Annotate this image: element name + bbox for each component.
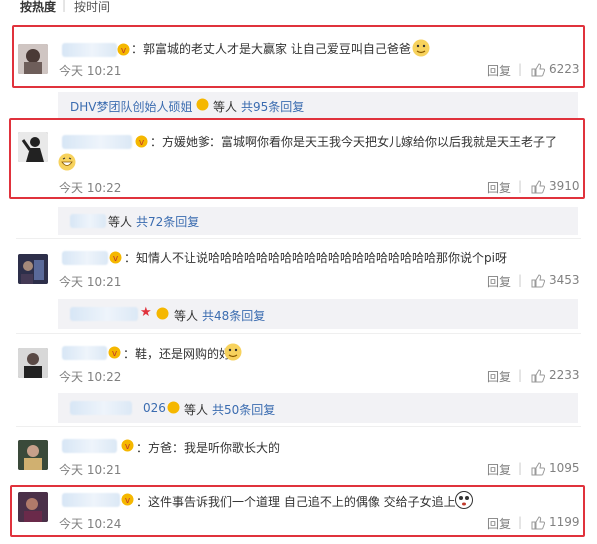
- like-button[interactable]: 2233: [531, 368, 591, 384]
- svg-text:v: v: [112, 349, 118, 359]
- comment-item: v ：方爸：我是听你歌长大的 今天 10:21 回复 | 1095: [0, 428, 597, 482]
- sort-by-hot[interactable]: 按热度: [20, 0, 56, 15]
- vip-badge-icon: v: [109, 251, 122, 264]
- avatar[interactable]: [18, 348, 48, 378]
- action-divider: |: [518, 368, 523, 382]
- comment-divider: [16, 333, 581, 334]
- vip-badge-icon: [156, 307, 169, 320]
- username-blurred[interactable]: [62, 439, 117, 453]
- username-blurred[interactable]: [62, 251, 108, 265]
- highlight-box: [10, 485, 585, 537]
- subreply-summary[interactable]: 等人 共72条回复: [58, 207, 578, 235]
- comment-text: ：鞋，还是网购的好: [123, 347, 232, 361]
- like-count: 2233: [549, 368, 580, 382]
- highlight-box: [12, 25, 585, 88]
- svg-text:v: v: [125, 442, 131, 452]
- vip-badge-icon: v: [121, 439, 134, 452]
- action-divider: |: [518, 461, 523, 475]
- like-count: 1095: [549, 461, 580, 475]
- subreply-count-link[interactable]: 共50条回复: [212, 401, 275, 418]
- comment-divider: [16, 426, 581, 427]
- thumbs-up-icon: [531, 462, 545, 476]
- star-icon: ★: [140, 305, 152, 320]
- reply-button[interactable]: 回复: [487, 273, 511, 290]
- action-divider: |: [518, 273, 523, 287]
- reply-button[interactable]: 回复: [487, 368, 511, 385]
- comment-time: 今天 10:22: [59, 370, 122, 384]
- comment-divider: [16, 238, 581, 239]
- highlight-box: [9, 118, 585, 199]
- vip-badge-icon: [196, 98, 209, 111]
- comment-item: v ：鞋，还是网购的好 今天 10:22 回复 | 2233: [0, 335, 597, 390]
- subreply-summary[interactable]: 026 等人 共50条回复: [58, 393, 578, 423]
- subreply-user[interactable]: DHV梦团队创始人硕姐: [70, 100, 192, 114]
- subreply-summary[interactable]: DHV梦团队创始人硕姐 等人 共95条回复: [58, 92, 578, 118]
- subreply-suffix: 等人: [213, 100, 238, 114]
- subreply-user-suffix[interactable]: 026: [143, 401, 166, 415]
- comment-text: ：方爸：我是听你歌长大的: [136, 441, 281, 455]
- comment-text: ：知情人不让说哈哈哈哈哈哈哈哈哈哈哈哈哈哈哈哈哈哈哈那你说个pi呀: [124, 251, 507, 265]
- subreply-count-link[interactable]: 共72条回复: [136, 213, 199, 230]
- sort-separator: |: [62, 0, 67, 12]
- like-button[interactable]: 3453: [531, 273, 591, 289]
- vip-badge-icon: [167, 401, 180, 414]
- like-button[interactable]: 1095: [531, 461, 591, 477]
- comment-time: 今天 10:21: [59, 463, 122, 477]
- like-count: 3453: [549, 273, 580, 287]
- avatar[interactable]: [18, 440, 48, 470]
- avatar[interactable]: [18, 254, 48, 284]
- subreply-summary[interactable]: ★ 等人 共48条回复: [58, 299, 578, 329]
- vip-badge-icon: v: [108, 346, 121, 359]
- comment-item: v ：知情人不让说哈哈哈哈哈哈哈哈哈哈哈哈哈哈哈哈哈哈哈那你说个pi呀 今天 1…: [0, 240, 597, 296]
- sort-by-time[interactable]: 按时间: [74, 0, 110, 15]
- svg-text:v: v: [113, 254, 119, 264]
- doge-emoji-icon: [224, 343, 242, 361]
- subreply-count-link[interactable]: 共48条回复: [202, 307, 265, 324]
- thumbs-up-icon: [531, 369, 545, 383]
- comment-time: 今天 10:21: [59, 275, 122, 289]
- thumbs-up-icon: [531, 274, 545, 288]
- sort-bar: 按热度 | 按时间: [0, 0, 597, 26]
- reply-button[interactable]: 回复: [487, 461, 511, 478]
- subreply-user-blurred[interactable]: [70, 214, 106, 228]
- subreply-suffix: 等人: [108, 215, 133, 229]
- subreply-user-blurred[interactable]: [70, 307, 138, 321]
- subreply-count-link[interactable]: 共95条回复: [241, 98, 304, 115]
- username-blurred[interactable]: [62, 346, 107, 360]
- subreply-suffix: 等人: [184, 403, 209, 417]
- subreply-suffix: 等人: [174, 309, 199, 323]
- subreply-user-blurred[interactable]: [70, 401, 132, 415]
